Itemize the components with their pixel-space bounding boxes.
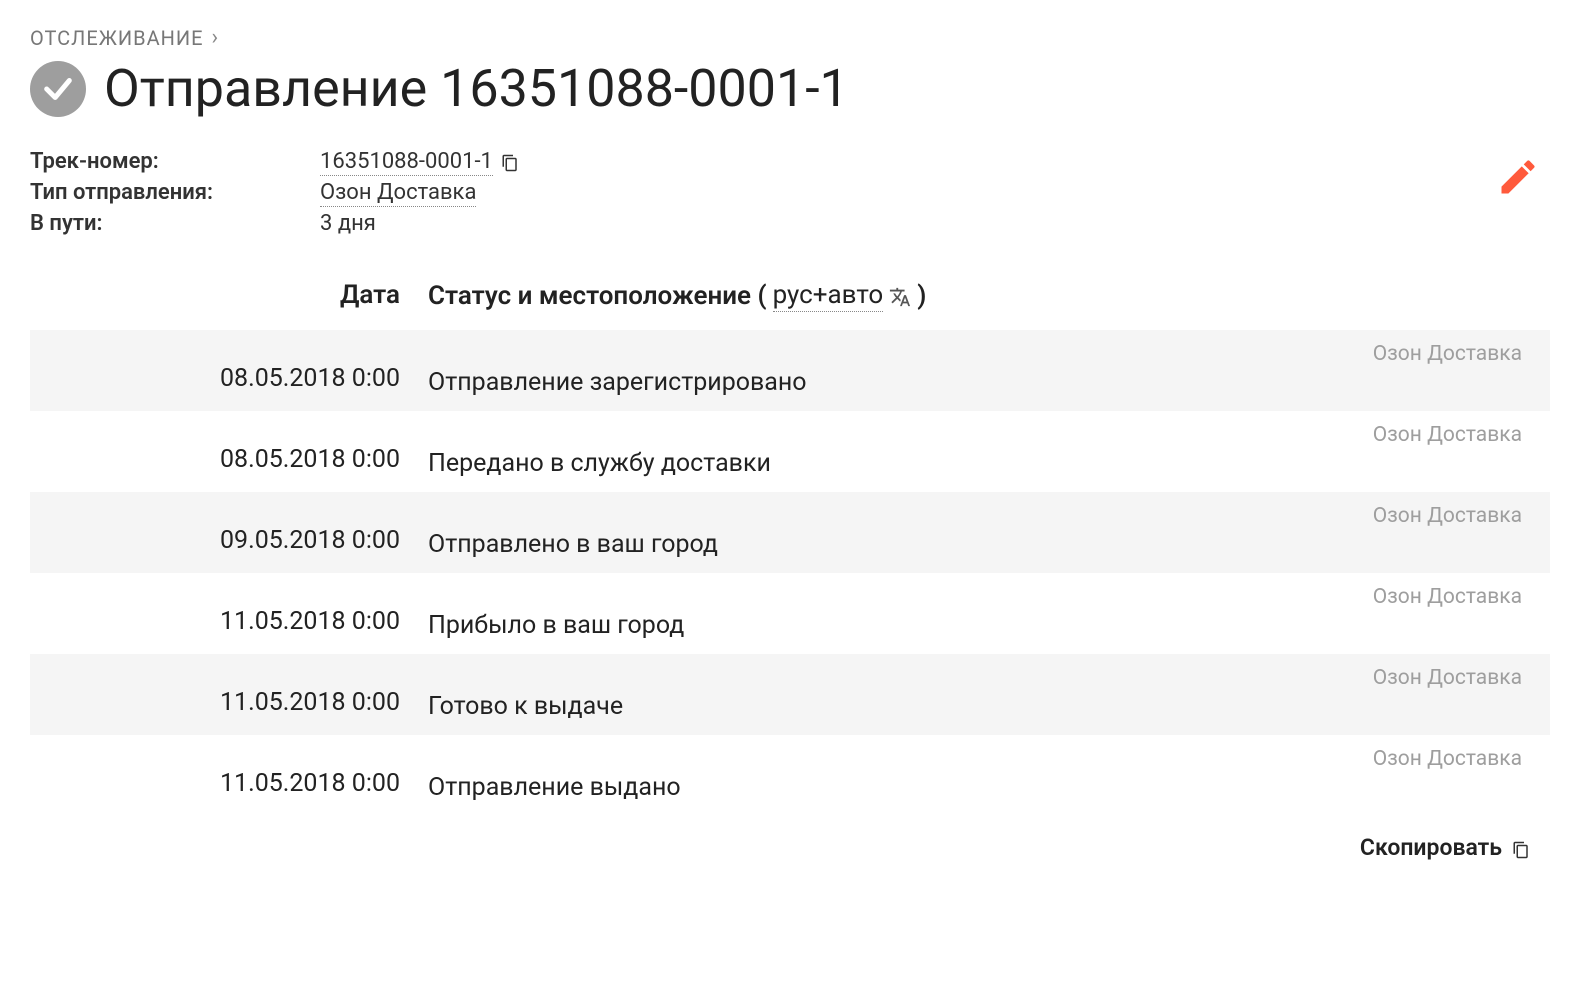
tracking-date: 11.05.2018 0:00 [30,585,428,636]
copy-icon [1512,838,1530,858]
col-header-date: Дата [30,280,428,312]
meta-row-transit: В пути: 3 дня [30,211,519,236]
copy-icon[interactable] [501,153,519,173]
translate-icon[interactable] [889,285,911,307]
tracking-row: 11.05.2018 0:00Озон ДоставкаОтправление … [30,735,1550,816]
check-circle-icon [30,61,86,117]
tracking-row: 11.05.2018 0:00Озон ДоставкаПрибыло в ва… [30,573,1550,654]
tracking-status: Прибыло в ваш город [428,611,1522,640]
tracking-status: Передано в службу доставки [428,449,1522,478]
chevron-right-icon: › [212,25,220,50]
copy-all-button[interactable]: Скопировать [30,816,1550,869]
tracking-date: 11.05.2018 0:00 [30,666,428,717]
tracking-body: Озон ДоставкаОтправление выдано [428,747,1550,802]
breadcrumb-root[interactable]: ОТСЛЕЖИВАНИЕ [30,26,204,50]
tracking-rows: 08.05.2018 0:00Озон ДоставкаОтправление … [30,330,1550,816]
tracking-carrier: Озон Доставка [428,585,1522,609]
page-title-row: Отправление 16351088-0001-1 [30,58,1550,119]
tracking-status: Готово к выдаче [428,692,1522,721]
col-header-status: Статус и местоположение ( рус+авто ) [428,280,1550,312]
tracking-date: 08.05.2018 0:00 [30,342,428,393]
meta-value-track[interactable]: 16351088-0001-1 [320,149,493,176]
tracking-carrier: Озон Доставка [428,342,1522,366]
meta-label-type: Тип отправления: [30,180,320,207]
meta-label-track: Трек-номер: [30,149,320,176]
table-header: Дата Статус и местоположение ( рус+авто … [30,280,1550,312]
tracking-date: 11.05.2018 0:00 [30,747,428,798]
meta-block: Трек-номер: 16351088-0001-1 Тип отправле… [30,149,1550,240]
tracking-row: 09.05.2018 0:00Озон ДоставкаОтправлено в… [30,492,1550,573]
tracking-status: Отправление выдано [428,773,1522,802]
breadcrumb: ОТСЛЕЖИВАНИЕ › [30,25,1550,50]
tracking-row: 11.05.2018 0:00Озон ДоставкаГотово к выд… [30,654,1550,735]
tracking-body: Озон ДоставкаГотово к выдаче [428,666,1550,721]
edit-button[interactable] [1496,155,1540,203]
meta-label-transit: В пути: [30,211,320,236]
tracking-body: Озон ДоставкаПрибыло в ваш город [428,585,1550,640]
copy-all-label: Скопировать [1360,834,1502,861]
meta-row-track: Трек-номер: 16351088-0001-1 [30,149,519,176]
tracking-carrier: Озон Доставка [428,504,1522,528]
tracking-carrier: Озон Доставка [428,666,1522,690]
tracking-row: 08.05.2018 0:00Озон ДоставкаПередано в с… [30,411,1550,492]
tracking-body: Озон ДоставкаОтправление зарегистрирован… [428,342,1550,397]
tracking-status: Отправление зарегистрировано [428,368,1522,397]
tracking-carrier: Озон Доставка [428,423,1522,447]
tracking-status: Отправлено в ваш город [428,530,1522,559]
tracking-date: 09.05.2018 0:00 [30,504,428,555]
tracking-carrier: Озон Доставка [428,747,1522,771]
status-header-suffix: ) [917,281,926,311]
meta-row-type: Тип отправления: Озон Доставка [30,180,519,207]
meta-value-type[interactable]: Озон Доставка [320,180,476,207]
meta-value-transit: 3 дня [320,211,376,236]
status-header-prefix: Статус и местоположение ( [428,281,767,311]
language-selector[interactable]: рус+авто [773,280,884,312]
tracking-body: Озон ДоставкаПередано в службу доставки [428,423,1550,478]
tracking-body: Озон ДоставкаОтправлено в ваш город [428,504,1550,559]
page-title: Отправление 16351088-0001-1 [104,58,849,119]
tracking-row: 08.05.2018 0:00Озон ДоставкаОтправление … [30,330,1550,411]
tracking-date: 08.05.2018 0:00 [30,423,428,474]
